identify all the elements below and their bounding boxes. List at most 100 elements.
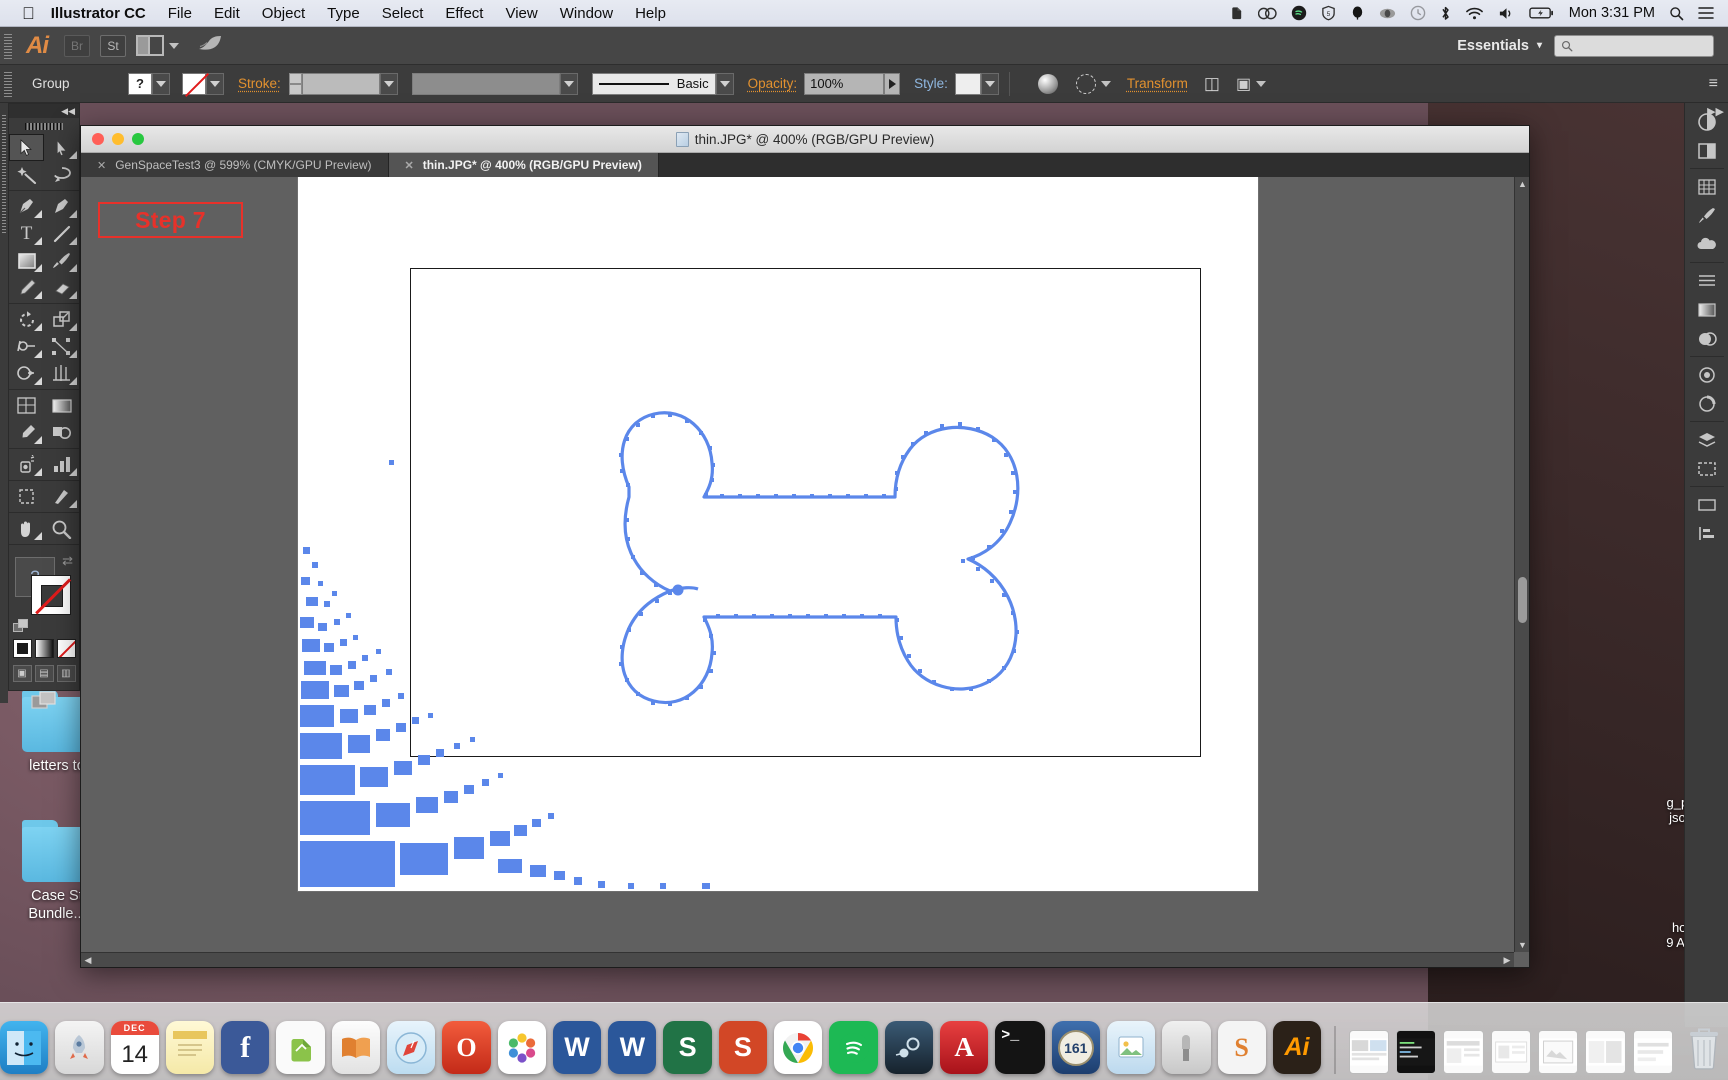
terminal-icon[interactable]: >_ <box>995 1021 1044 1074</box>
fill-dropdown-button[interactable] <box>152 73 170 95</box>
dropbox-icon[interactable] <box>1350 5 1365 21</box>
swap-fill-stroke-icon[interactable]: ⇄ <box>62 553 73 569</box>
blend-tool[interactable] <box>44 419 79 446</box>
steam-icon[interactable] <box>885 1021 933 1074</box>
line-segment-tool[interactable] <box>44 220 79 247</box>
scroll-right-arrow[interactable]: ▶ <box>1500 953 1514 967</box>
shield-icon[interactable]: 5 <box>1321 5 1336 21</box>
appearance-panel-icon[interactable] <box>1685 360 1728 389</box>
scroll-left-arrow[interactable]: ◀ <box>81 953 95 967</box>
links-panel-icon[interactable] <box>1685 490 1728 519</box>
none-button[interactable] <box>57 639 76 658</box>
excel-icon[interactable]: S <box>663 1021 711 1074</box>
canvas-vertical-scrollbar[interactable]: ▲ ▼ <box>1514 177 1529 952</box>
trash-icon[interactable] <box>1680 1021 1728 1074</box>
change-screen-mode-button[interactable] <box>9 685 79 717</box>
default-fill-stroke-icon[interactable] <box>13 619 29 633</box>
photos-icon[interactable] <box>498 1021 546 1074</box>
magic-wand-tool[interactable] <box>9 161 44 188</box>
mask-dropdown[interactable] <box>1256 81 1266 87</box>
tab-thin-jpg[interactable]: ✕ thin.JPG* @ 400% (RGB/GPU Preview) <box>389 153 659 177</box>
sublime-icon[interactable]: S <box>1218 1021 1266 1074</box>
mesh-tool[interactable] <box>9 392 44 419</box>
tools-collapse-button[interactable]: ◀◀ <box>9 104 79 118</box>
shape-builder-tool[interactable] <box>9 360 44 387</box>
rectangle-tool[interactable] <box>9 247 44 274</box>
evernote-icon[interactable] <box>276 1021 324 1074</box>
arrange-documents-icon[interactable] <box>136 35 179 56</box>
canvas-horizontal-scrollbar[interactable]: ◀ ▶ <box>81 952 1514 967</box>
menubar-clock[interactable]: Mon 3:31 PM <box>1569 5 1655 21</box>
tools-drag-handle[interactable] <box>9 118 79 134</box>
illustrator-icon[interactable]: Ai <box>1273 1021 1321 1074</box>
lasso-tool[interactable] <box>44 161 79 188</box>
spotify-icon[interactable] <box>1291 5 1307 21</box>
close-window-button[interactable] <box>92 133 104 145</box>
powerpoint-icon[interactable]: S <box>719 1021 767 1074</box>
clock-icon[interactable]: 161 <box>1052 1021 1100 1074</box>
workspace-switcher[interactable]: Essentials ▾ <box>1457 38 1554 54</box>
control-bar-grip[interactable] <box>4 71 12 97</box>
minimize-window-button[interactable] <box>112 133 124 145</box>
spotify-icon[interactable] <box>829 1021 877 1074</box>
menu-window[interactable]: Window <box>560 5 613 22</box>
minimized-window-6[interactable] <box>1585 1030 1625 1074</box>
chrome-icon[interactable] <box>774 1021 822 1074</box>
wifi-icon[interactable] <box>1465 6 1484 21</box>
notes-icon[interactable] <box>166 1021 214 1074</box>
minimized-window-7[interactable] <box>1633 1030 1673 1074</box>
free-transform-tool[interactable] <box>44 333 79 360</box>
menu-select[interactable]: Select <box>382 5 424 22</box>
draw-normal-button[interactable]: ▣ <box>13 665 32 682</box>
artboards-panel-icon[interactable] <box>1685 454 1728 483</box>
preview-icon[interactable] <box>1107 1021 1155 1074</box>
symbols-panel-icon[interactable] <box>1685 230 1728 259</box>
bluetooth-icon[interactable] <box>1440 5 1451 22</box>
canvas-area[interactable]: Step 7 ▲ ▼ ◀ ▶ <box>81 177 1529 967</box>
symbol-sprayer-tool[interactable] <box>9 451 44 478</box>
menu-effect[interactable]: Effect <box>445 5 483 22</box>
menu-help[interactable]: Help <box>635 5 666 22</box>
traced-bone-path[interactable] <box>298 177 1258 891</box>
stroke-color-swatch[interactable] <box>182 73 206 95</box>
swatches-panel-icon[interactable] <box>1685 172 1728 201</box>
align-panel-icon[interactable] <box>1685 519 1728 548</box>
pencil-tool[interactable] <box>9 274 44 301</box>
curvature-tool[interactable] <box>44 193 79 220</box>
ibooks-icon[interactable] <box>332 1021 380 1074</box>
fill-color-swatch[interactable]: ? <box>128 73 152 95</box>
direct-selection-tool[interactable] <box>44 134 79 161</box>
isolate-selection-icon[interactable] <box>1076 74 1096 94</box>
color-guide-panel-icon[interactable] <box>1685 136 1728 165</box>
menu-edit[interactable]: Edit <box>214 5 240 22</box>
recolor-artwork-icon[interactable] <box>1038 74 1058 94</box>
stock-button[interactable]: St <box>100 35 126 57</box>
rocket-icon[interactable] <box>197 34 223 58</box>
perspective-grid-tool[interactable] <box>44 360 79 387</box>
scale-tool[interactable] <box>44 306 79 333</box>
slice-tool[interactable] <box>44 483 79 510</box>
draw-behind-button[interactable]: ▤ <box>35 665 54 682</box>
graphic-styles-panel-icon[interactable] <box>1685 389 1728 418</box>
stroke-label[interactable]: Stroke: <box>238 76 281 91</box>
zoom-tool[interactable] <box>44 515 79 542</box>
minimized-window-4[interactable] <box>1491 1030 1531 1074</box>
minimized-window-5[interactable] <box>1538 1030 1578 1074</box>
evernote-icon[interactable] <box>1229 5 1244 21</box>
select-similar-dropdown[interactable] <box>1101 81 1111 87</box>
type-tool[interactable]: T <box>9 220 44 247</box>
pen-tool[interactable] <box>9 193 44 220</box>
shutter-icon[interactable] <box>1379 6 1396 21</box>
layers-panel-icon[interactable] <box>1685 425 1728 454</box>
brush-dropdown[interactable] <box>716 73 734 95</box>
paintbrush-tool[interactable] <box>44 247 79 274</box>
minimized-window-1[interactable] <box>1349 1030 1389 1074</box>
close-icon[interactable]: ✕ <box>97 159 106 172</box>
eraser-tool[interactable] <box>44 274 79 301</box>
stroke-dropdown-button[interactable] <box>206 73 224 95</box>
tool-icon[interactable] <box>1162 1021 1210 1074</box>
scroll-down-arrow[interactable]: ▼ <box>1515 938 1529 952</box>
gradient-tool[interactable] <box>44 392 79 419</box>
acrobat-icon[interactable]: A <box>940 1021 988 1074</box>
transparency-panel-icon[interactable] <box>1685 324 1728 353</box>
